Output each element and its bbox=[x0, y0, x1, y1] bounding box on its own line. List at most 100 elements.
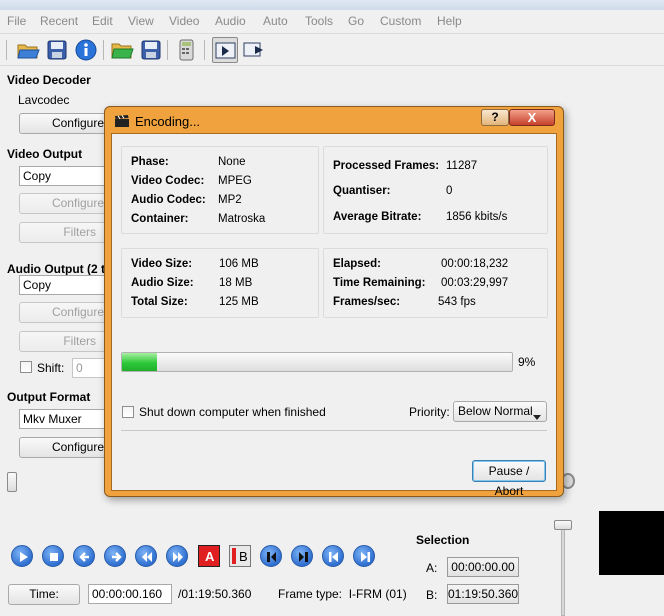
goto-start-button[interactable] bbox=[322, 545, 344, 567]
play-filtered-icon[interactable] bbox=[212, 37, 238, 63]
shift-checkbox[interactable] bbox=[20, 361, 32, 373]
play-button[interactable] bbox=[11, 545, 33, 567]
shutdown-label: Shut down computer when finished bbox=[139, 405, 326, 419]
time-info-group: Elapsed: 00:00:18,232 Time Remaining: 00… bbox=[323, 248, 548, 318]
previous-frame-button[interactable] bbox=[73, 545, 95, 567]
menu-file[interactable]: File bbox=[7, 14, 26, 28]
video-output-select[interactable]: Copy bbox=[19, 166, 109, 186]
goto-marker-b-button[interactable] bbox=[291, 545, 313, 567]
menu-video[interactable]: Video bbox=[169, 14, 199, 28]
video-output-title: Video Output bbox=[7, 147, 83, 161]
total-time-label: /01:19:50.360 bbox=[178, 587, 252, 601]
time-button[interactable]: Time: bbox=[8, 584, 80, 605]
audio-output-configure-button[interactable]: Configure bbox=[19, 302, 109, 323]
audio-output-select[interactable]: Copy bbox=[19, 275, 109, 295]
dialog-title: Encoding... bbox=[135, 114, 201, 129]
window-titlebar bbox=[0, 0, 664, 10]
size-info-group: Video Size: 106 MB Audio Size: 18 MB Tot… bbox=[121, 248, 319, 318]
set-marker-b-button[interactable]: B bbox=[229, 545, 251, 567]
save-icon[interactable] bbox=[44, 37, 70, 63]
close-button[interactable]: X bbox=[509, 109, 555, 126]
priority-select[interactable]: Below Normal bbox=[453, 401, 547, 422]
marker-b-label: B bbox=[239, 549, 248, 564]
previous-keyframe-button[interactable] bbox=[135, 545, 157, 567]
frames-per-second-label: Frames/sec: bbox=[333, 296, 401, 308]
output-format-configure-button[interactable]: Configure bbox=[19, 437, 109, 458]
menu-audio[interactable]: Audio bbox=[215, 14, 246, 28]
menu-recent[interactable]: Recent bbox=[40, 14, 78, 28]
phase-value: None bbox=[218, 156, 246, 168]
quantiser-label: Quantiser: bbox=[333, 185, 391, 197]
frames-info-group: Processed Frames: 11287 Quantiser: 0 Ave… bbox=[323, 146, 548, 234]
encoding-progress-bar bbox=[121, 352, 513, 372]
chevron-down-icon bbox=[533, 408, 541, 427]
time-slider-handle[interactable] bbox=[7, 472, 17, 492]
video-output-filters-button[interactable]: Filters bbox=[19, 222, 109, 243]
selection-a-label: A: bbox=[426, 561, 438, 575]
stop-button[interactable] bbox=[42, 545, 64, 567]
goto-marker-a-button[interactable] bbox=[260, 545, 282, 567]
total-size-value: 125 MB bbox=[219, 296, 259, 308]
container-label: Container: bbox=[131, 213, 189, 225]
calculator-icon[interactable] bbox=[173, 37, 199, 63]
selection-b-label: B: bbox=[426, 588, 438, 602]
toolbar bbox=[0, 34, 664, 66]
clapperboard-icon bbox=[114, 114, 130, 128]
volume-slider-track[interactable] bbox=[561, 523, 565, 616]
help-button[interactable]: ? bbox=[481, 109, 509, 126]
dialog-body: Phase: None Video Codec: MPEG Audio Code… bbox=[111, 133, 557, 498]
output-format-select[interactable]: Mkv Muxer bbox=[19, 409, 109, 429]
frame-type-label: Frame type: I-FRM (01) bbox=[278, 587, 407, 601]
menu-view[interactable]: View bbox=[128, 14, 154, 28]
video-decoder-title: Video Decoder bbox=[7, 73, 91, 87]
selection-b-value[interactable]: 01:19:50.360 bbox=[447, 584, 519, 604]
pause-abort-button[interactable]: Pause / Abort bbox=[472, 460, 546, 498]
codec-info-group: Phase: None Video Codec: MPEG Audio Code… bbox=[121, 146, 319, 234]
save-video-icon[interactable] bbox=[138, 37, 164, 63]
open-folder-green-icon[interactable] bbox=[109, 37, 135, 63]
menu-edit[interactable]: Edit bbox=[92, 14, 113, 28]
open-folder-icon[interactable] bbox=[15, 37, 41, 63]
priority-value: Below Normal bbox=[458, 404, 533, 418]
phase-label: Phase: bbox=[131, 156, 169, 168]
next-frame-button[interactable] bbox=[104, 545, 126, 567]
shift-label: Shift: bbox=[37, 361, 65, 375]
video-codec-label: Video Codec: bbox=[131, 175, 205, 187]
selection-a-value[interactable]: 00:00:00.00 bbox=[447, 557, 519, 577]
encoding-progress-percent: 9% bbox=[518, 355, 536, 369]
elapsed-label: Elapsed: bbox=[333, 258, 381, 270]
menu-help[interactable]: Help bbox=[437, 14, 462, 28]
menubar: File Recent Edit View Video Audio Auto T… bbox=[0, 10, 664, 34]
video-output-configure-button[interactable]: Configure bbox=[19, 193, 109, 214]
quantiser-value: 0 bbox=[446, 185, 453, 197]
average-bitrate-label: Average Bitrate: bbox=[333, 211, 422, 223]
priority-label: Priority: bbox=[409, 405, 450, 419]
shutdown-checkbox[interactable] bbox=[122, 406, 134, 418]
output-icon[interactable] bbox=[241, 37, 267, 63]
menu-go[interactable]: Go bbox=[348, 14, 364, 28]
selection-title: Selection bbox=[416, 533, 470, 547]
audio-codec-label: Audio Codec: bbox=[131, 194, 206, 206]
menu-tools[interactable]: Tools bbox=[305, 14, 333, 28]
video-size-label: Video Size: bbox=[131, 258, 193, 270]
volume-slider-handle[interactable] bbox=[554, 520, 572, 530]
menu-custom[interactable]: Custom bbox=[380, 14, 421, 28]
audio-size-value: 18 MB bbox=[219, 277, 253, 289]
current-time-input[interactable]: 00:00:00.160 bbox=[88, 584, 172, 604]
goto-end-button[interactable] bbox=[353, 545, 375, 567]
menu-auto[interactable]: Auto bbox=[263, 14, 288, 28]
audio-output-filters-button[interactable]: Filters bbox=[19, 331, 109, 352]
video-codec-value: MPEG bbox=[218, 175, 252, 187]
next-keyframe-button[interactable] bbox=[166, 545, 188, 567]
marker-a-label: A bbox=[205, 549, 215, 564]
video-preview bbox=[599, 511, 664, 575]
audio-codec-value: MP2 bbox=[218, 194, 242, 206]
time-remaining-label: Time Remaining: bbox=[333, 277, 426, 289]
elapsed-value: 00:00:18,232 bbox=[441, 258, 509, 270]
video-size-value: 106 MB bbox=[219, 258, 259, 270]
shift-input[interactable]: 0 bbox=[72, 358, 108, 378]
average-bitrate-value: 1856 kbits/s bbox=[446, 211, 508, 223]
info-icon[interactable] bbox=[73, 37, 99, 63]
encoding-dialog: Encoding... ? X Phase: None Video Codec:… bbox=[104, 106, 564, 498]
set-marker-a-button[interactable]: A bbox=[198, 545, 220, 567]
